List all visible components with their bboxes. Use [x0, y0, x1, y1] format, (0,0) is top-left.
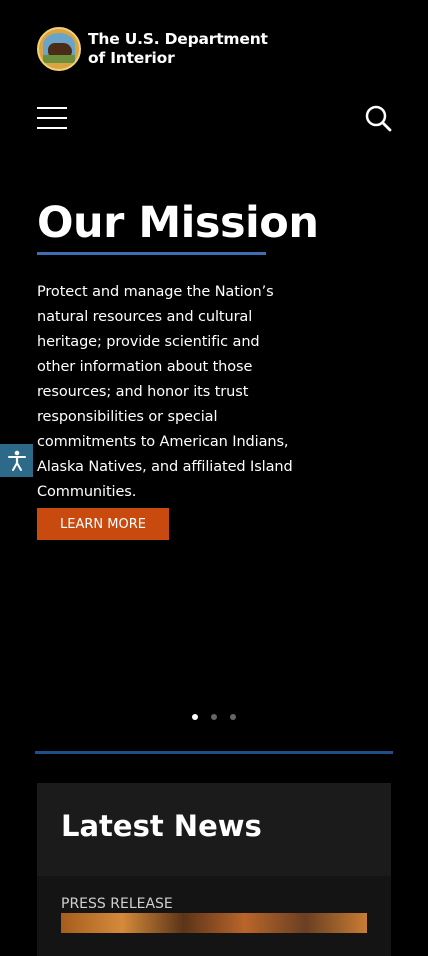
- search-button[interactable]: [364, 104, 392, 132]
- menu-bar: [37, 107, 67, 109]
- search-icon: [365, 105, 392, 132]
- menu-bar: [37, 127, 67, 129]
- accessibility-button[interactable]: [0, 444, 33, 477]
- news-card-image[interactable]: [61, 913, 367, 933]
- site-header: The U.S. Department of Interior: [37, 27, 268, 71]
- learn-more-button[interactable]: LEARN MORE: [37, 508, 169, 540]
- doi-seal-logo[interactable]: [37, 27, 81, 71]
- site-title-line2: of Interior: [88, 49, 175, 67]
- mission-title: Our Mission: [37, 198, 319, 248]
- accessibility-icon: [7, 450, 26, 471]
- mission-title-underline: [37, 252, 266, 255]
- site-title-line1: The U.S. Department: [88, 30, 268, 48]
- mission-text: Protect and manage the Nation’s natural …: [37, 284, 293, 500]
- news-card-category: PRESS RELEASE: [61, 896, 173, 912]
- seal-ground: [43, 55, 75, 63]
- menu-button[interactable]: [37, 107, 67, 129]
- section-divider: [35, 751, 393, 754]
- latest-news-section: Latest News PRESS RELEASE: [37, 783, 391, 956]
- menu-bar: [37, 117, 67, 119]
- news-card[interactable]: PRESS RELEASE: [37, 876, 391, 956]
- carousel-dot[interactable]: [230, 714, 236, 720]
- carousel-dot[interactable]: [211, 714, 217, 720]
- latest-news-title: Latest News: [61, 809, 262, 843]
- carousel-dots: [192, 714, 236, 720]
- site-title[interactable]: The U.S. Department of Interior: [88, 30, 268, 68]
- carousel-dot[interactable]: [192, 714, 198, 720]
